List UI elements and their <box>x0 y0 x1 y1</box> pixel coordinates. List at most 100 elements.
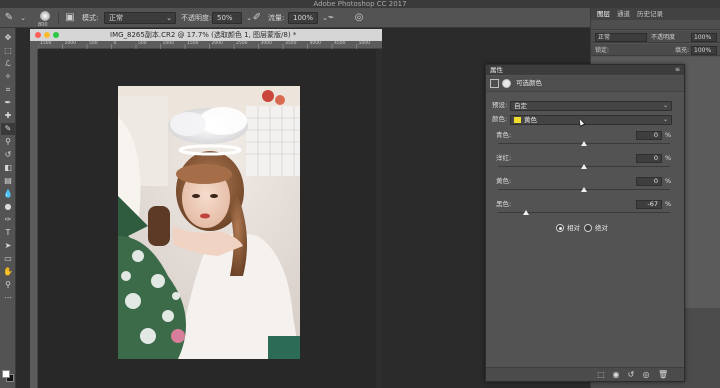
clone-stamp-tool-icon[interactable]: ⚲ <box>1 136 15 148</box>
document-title: IMG_8265副本.CR2 @ 17.7% (选取颜色 1, 图层蒙版/8) … <box>110 31 297 39</box>
color-swatch <box>514 117 521 123</box>
lock-row: 锁定: 填充: 100% <box>591 44 720 56</box>
adjustment-icon[interactable] <box>490 79 499 88</box>
mode-select[interactable]: 正常 ⌄ <box>104 12 176 24</box>
ruler-tick-label: 1500 <box>40 41 52 46</box>
tab-properties[interactable]: 属性 <box>490 65 503 75</box>
divider <box>58 12 59 24</box>
zoom-window-icon[interactable] <box>53 32 59 38</box>
chevron-down-icon: ⌄ <box>662 116 668 123</box>
ruler-tick-label: 5000 <box>358 41 370 46</box>
minimize-window-icon[interactable] <box>44 32 50 38</box>
crop-tool-icon[interactable]: ⌗ <box>1 84 15 96</box>
app-title-bar: Adobe Photoshop CC 2017 <box>0 0 720 8</box>
vertical-ruler[interactable] <box>30 49 38 388</box>
dodge-tool-icon[interactable]: ● <box>1 201 15 213</box>
close-window-icon[interactable] <box>35 32 41 38</box>
foreground-color-swatch[interactable] <box>2 370 10 378</box>
fill-input[interactable]: 100% <box>691 46 717 55</box>
brush-tool-icon[interactable]: ✎ <box>1 123 15 135</box>
preset-value: 自定 <box>514 102 527 110</box>
canvas-area[interactable] <box>38 49 376 388</box>
vertical-scrollbar[interactable] <box>376 49 382 388</box>
ruler-tick-label: 0 <box>113 41 117 46</box>
clip-to-layer-icon[interactable]: ⬚ <box>596 370 606 380</box>
visibility-icon[interactable]: ◎ <box>641 370 651 380</box>
hand-tool-icon[interactable]: ✋ <box>1 266 15 278</box>
slider-value-input[interactable]: 0 <box>636 177 662 186</box>
brush-preview-icon[interactable] <box>40 11 50 21</box>
slider-thumb[interactable] <box>581 164 587 169</box>
pressure-opacity-icon[interactable]: ✐ <box>250 11 264 25</box>
document-window: IMG_8265副本.CR2 @ 17.7% (选取颜色 1, 图层蒙版/8) … <box>30 29 382 388</box>
marquee-tool-icon[interactable]: ⬚ <box>1 45 15 57</box>
layers-tab-bar: 图层 通道 历史记录 <box>591 8 720 20</box>
ruler-tick-label: 1500 <box>187 41 199 46</box>
pressure-size-icon[interactable]: ◎ <box>352 11 366 25</box>
brush-panel-toggle-icon[interactable]: ▣ <box>63 11 77 25</box>
color-select[interactable]: 黄色 ⌄ <box>510 115 672 125</box>
ruler-tick-label: 4500 <box>334 41 346 46</box>
chevron-down-icon[interactable]: ⌄ <box>16 11 30 25</box>
eraser-tool-icon[interactable]: ◧ <box>1 162 15 174</box>
path-select-tool-icon[interactable]: ➤ <box>1 240 15 252</box>
history-brush-tool-icon[interactable]: ↺ <box>1 149 15 161</box>
layer-filter-row <box>591 20 720 30</box>
relative-label: 相对 <box>567 224 580 232</box>
blur-tool-icon[interactable]: 💧 <box>1 188 15 200</box>
tab-channels[interactable]: 通道 <box>617 8 630 20</box>
percent-sign: % <box>665 154 672 162</box>
options-bar: ✎ ⌄ 800 ▣ 模式: 正常 ⌄ 不透明度: 50% ⌄ ✐ 流量: 100… <box>0 8 590 28</box>
pen-tool-icon[interactable]: ✑ <box>1 214 15 226</box>
slider-thumb[interactable] <box>581 141 587 146</box>
blend-mode-select[interactable]: 正常 <box>595 33 647 42</box>
zoom-tool-icon[interactable]: ⚲ <box>1 279 15 291</box>
view-previous-icon[interactable]: ◉ <box>611 370 621 380</box>
preset-select[interactable]: 自定 ⌄ <box>510 101 672 111</box>
healing-brush-tool-icon[interactable]: ✚ <box>1 110 15 122</box>
horizontal-ruler[interactable]: 1500 1000 500 0 500 1000 1500 2000 2500 3000 3500 4… <box>38 41 382 49</box>
brush-tool-preset-icon[interactable]: ✎ <box>2 11 16 25</box>
gradient-tool-icon[interactable]: ▤ <box>1 175 15 187</box>
percent-sign: % <box>665 131 672 139</box>
panel-menu-icon[interactable]: ≡ <box>675 65 680 75</box>
mask-icon[interactable] <box>502 79 511 88</box>
opacity-label: 不透明度: <box>181 14 212 22</box>
reset-icon[interactable]: ↺ <box>626 370 636 380</box>
shape-tool-icon[interactable]: ▭ <box>1 253 15 265</box>
absolute-radio[interactable] <box>584 224 592 232</box>
airbrush-icon[interactable]: ⌁ <box>324 11 338 25</box>
lasso-tool-icon[interactable]: ℒ <box>1 58 15 70</box>
slider-label: 黄色: <box>496 177 512 185</box>
eyedropper-tool-icon[interactable]: ✒ <box>1 97 15 109</box>
slider-value-input[interactable]: 0 <box>636 131 662 140</box>
slider-value-input[interactable]: -67 <box>636 200 662 209</box>
preset-label: 预设: <box>492 101 508 109</box>
adjustment-title: 可选颜色 <box>516 79 542 87</box>
opacity-input[interactable]: 50% <box>212 12 242 24</box>
ruler-origin[interactable] <box>30 41 38 49</box>
type-tool-icon[interactable]: T <box>1 227 15 239</box>
slider-thumb[interactable] <box>523 210 530 215</box>
properties-header: 属性 ≡ <box>486 65 684 75</box>
trash-icon[interactable]: 🗑 <box>658 370 668 380</box>
chevron-down-icon: ⌄ <box>662 102 668 109</box>
slider-label: 青色: <box>496 131 512 139</box>
layer-opacity-input[interactable]: 100% <box>691 33 717 42</box>
tab-layers[interactable]: 图层 <box>597 8 610 20</box>
move-tool-icon[interactable]: ✥ <box>1 32 15 44</box>
tools-panel: ✥ ⬚ ℒ ✧ ⌗ ✒ ✚ ✎ ⚲ ↺ ◧ ▤ 💧 ● ✑ T ➤ ▭ ✋ ⚲ … <box>0 28 16 388</box>
slider-value-input[interactable]: 0 <box>636 154 662 163</box>
flow-label: 流量: <box>268 14 285 22</box>
relative-radio[interactable] <box>556 224 564 232</box>
color-value: 黄色 <box>524 116 537 124</box>
quick-select-tool-icon[interactable]: ✧ <box>1 71 15 83</box>
slider-thumb[interactable] <box>581 187 587 192</box>
ruler-tick-label: 1000 <box>64 41 76 46</box>
tab-history[interactable]: 历史记录 <box>637 8 663 20</box>
properties-panel: 属性 ≡ 可选颜色 预设: 自定 ⌄ 颜色: 黄色 ⌄ 青色: 0% 洋红: 0% 黄色… <box>485 64 685 382</box>
document-tab[interactable]: IMG_8265副本.CR2 @ 17.7% (选取颜色 1, 图层蒙版/8) … <box>30 29 382 41</box>
properties-footer: ⬚ ◉ ↺ ◎ 🗑 <box>486 367 684 381</box>
flow-input[interactable]: 100% <box>288 12 318 24</box>
more-tools-icon[interactable]: ⋯ <box>1 292 15 304</box>
